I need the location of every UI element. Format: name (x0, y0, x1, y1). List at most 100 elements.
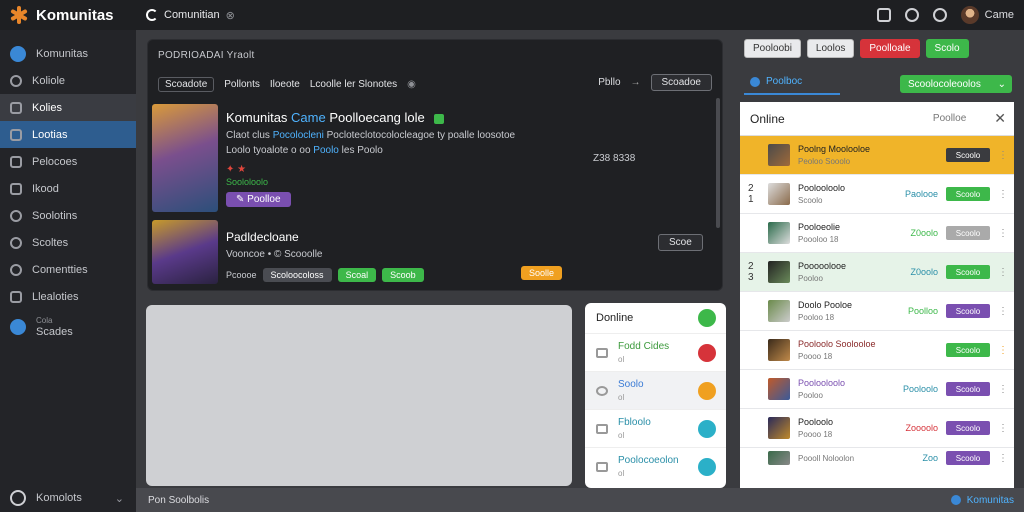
panel-action-button[interactable]: Scoadoe (650, 74, 712, 91)
sidebar-footer[interactable]: Komolots ⌄ (0, 484, 136, 512)
more-icon[interactable]: ⋮ (998, 306, 1008, 317)
list-item[interactable]: Poolooloolo Pooloo Pooloolo Scoolo ⋮ (740, 370, 1014, 409)
avatar (768, 300, 790, 322)
row-action-button[interactable]: Scoolo (946, 343, 990, 357)
action-icon[interactable] (698, 381, 716, 400)
top-search[interactable]: Comunitian ⊗ (146, 9, 235, 22)
chat-icon (10, 290, 22, 303)
more-icon[interactable]: ⋮ (998, 423, 1008, 434)
list-item[interactable]: Pooloolo Soolooloe Poooo 18 Scoolo ⋮ (740, 331, 1014, 370)
avatar (768, 261, 790, 283)
game-action-button-2[interactable]: Scoe (658, 234, 703, 251)
main-content: PODRIOADAI Yraolt Scoadote Pollonts Iloe… (136, 30, 740, 488)
action-icon[interactable] (698, 419, 716, 438)
toolbar-button[interactable]: Loolos (806, 39, 855, 58)
list-item[interactable]: Fbloolo ol (585, 409, 726, 447)
sidebar-item-pelocoes[interactable]: Pelocoes (0, 148, 136, 175)
user-menu[interactable]: Came (960, 6, 1014, 24)
scrollbar[interactable] (716, 98, 720, 228)
game-play-button[interactable]: ✎ Poolloe (226, 192, 291, 207)
row-action-button[interactable]: Scoolo (946, 265, 990, 279)
action-icon[interactable] (698, 343, 716, 362)
action-icon[interactable] (698, 457, 716, 476)
sidebar-item-scades[interactable]: Cola Scades (0, 310, 136, 344)
game-title-2[interactable]: Padldecloane (226, 230, 299, 244)
search-label: Comunitian (164, 9, 220, 21)
sidebar-item-lootias[interactable]: Lootias (0, 121, 136, 148)
sidebar-item-comentties[interactable]: Comentties (0, 256, 136, 283)
list-item[interactable]: 2 3 Pooooolooe Pooloo Z0oolo Scoolo ⋮ (740, 253, 1014, 292)
search-icon (146, 9, 158, 21)
sidebar: Komunitas Koliole Kolies Lootias Pelocoe… (0, 30, 136, 512)
more-icon[interactable]: ⋮ (998, 345, 1008, 356)
more-icon[interactable]: ⋮ (998, 384, 1008, 395)
avatar (768, 451, 790, 465)
info-icon[interactable]: ◉ (407, 79, 416, 90)
tag-pill[interactable]: Scoloocoloss (262, 268, 332, 282)
list-item[interactable]: Poolng Moolooloe Peoloo Sooolo Scoolo ⋮ (740, 136, 1014, 175)
notification-icon[interactable] (932, 8, 947, 22)
filter-0[interactable]: Scoadote (158, 76, 215, 92)
game-title[interactable]: Komunitas Came Poolloecang lole (226, 110, 445, 125)
people-icon (10, 128, 22, 141)
list-item[interactable]: Pooloolo Poooo 18 Zoooolo Scoolo ⋮ (740, 409, 1014, 448)
status-icon[interactable] (698, 309, 716, 327)
list-item[interactable]: Pooloeolie Poooloo 18 Z0oolo Scoolo ⋮ (740, 214, 1014, 253)
toolbar-button-green[interactable]: Scolo (925, 39, 969, 58)
search-icon (10, 236, 22, 249)
filter-dropdown[interactable]: Scoolocoleoolos ⌄ (900, 75, 1012, 93)
sidebar-item-komunitas[interactable]: Komunitas (0, 40, 136, 67)
avatar (768, 378, 790, 400)
row-action-button[interactable]: Scoolo (946, 451, 990, 465)
row-action-button[interactable]: Scoolo (946, 148, 990, 162)
sidebar-item-koliole[interactable]: Koliole (0, 67, 136, 94)
list-item[interactable]: 2 1 Poolooloolo Scoolo Paolooe Scoolo ⋮ (740, 175, 1014, 214)
filter-3[interactable]: Lcoolle ler Slonotes (310, 79, 397, 90)
list-item[interactable]: Fodd Cides ol (585, 333, 726, 371)
sidebar-item-scoltes[interactable]: Scoltes (0, 229, 136, 256)
top-right-actions: Came (876, 6, 1024, 24)
tab-icon (750, 76, 760, 87)
game-cover-image-2[interactable] (152, 220, 218, 284)
tag-pill[interactable]: Scoal (337, 268, 377, 282)
status-left: Pon Soolbolis (148, 494, 210, 506)
list-item[interactable]: Soolo ol (585, 371, 726, 409)
status-right[interactable]: Komunitas (950, 495, 1014, 506)
row-action-button[interactable]: Scoolo (946, 421, 990, 435)
more-icon[interactable]: ⋮ (998, 228, 1008, 239)
app-logo[interactable]: Komunitas (0, 6, 136, 24)
row-action-button[interactable]: Scoolo (946, 304, 990, 318)
row-action-button[interactable]: Scoolo (946, 226, 990, 240)
more-icon[interactable]: ⋮ (998, 150, 1008, 161)
help-icon[interactable] (904, 8, 919, 22)
more-icon[interactable]: ⋮ (998, 267, 1008, 278)
list-item[interactable]: Poolocoeolon ol (585, 447, 726, 485)
status-bar: Pon Soolbolis Komunitas (136, 488, 1024, 512)
toolbar-button-red[interactable]: Poolloale (860, 39, 920, 58)
friends-panel: Donline Fodd Cides ol Soolo ol Fbloolo ol P… (585, 303, 726, 488)
close-icon[interactable]: ✕ (994, 110, 1006, 127)
row-action-button[interactable]: Scoolo (946, 187, 990, 201)
list-item[interactable]: Poooll Noloolon Zoo Scoolo ⋮ (740, 448, 1014, 468)
status-icon (950, 495, 961, 505)
game-cover-image[interactable] (152, 104, 218, 212)
list-item[interactable]: Doolo Pooloe Pooloo 18 Poolloo Scoolo ⋮ (740, 292, 1014, 331)
sidebar-item-soolotins[interactable]: Soolotins (0, 202, 136, 229)
window-icon[interactable] (876, 8, 891, 22)
sidebar-item-ikood[interactable]: Ikood (0, 175, 136, 202)
game-status-pill[interactable]: Soolle (521, 266, 563, 280)
content-placeholder (146, 305, 572, 486)
more-icon[interactable]: ⋮ (998, 189, 1008, 200)
filter-2[interactable]: Iloeote (270, 79, 300, 90)
clock-icon (10, 74, 22, 87)
game-panel: PODRIOADAI Yraolt Scoadote Pollonts Iloe… (147, 39, 723, 291)
toolbar-button[interactable]: Pooloobi (744, 39, 801, 58)
tag-pill[interactable]: Scoob (382, 268, 424, 282)
filter-1[interactable]: Pollonts (224, 79, 260, 90)
row-action-button[interactable]: Scoolo (946, 382, 990, 396)
more-icon[interactable]: ⋮ (998, 453, 1008, 464)
sidebar-item-llealoties[interactable]: Llealoties (0, 283, 136, 310)
tab-active[interactable]: Poolboc (744, 76, 840, 95)
sort-label[interactable]: Pbllo (598, 77, 620, 88)
sidebar-item-kolies[interactable]: Kolies (0, 94, 136, 121)
